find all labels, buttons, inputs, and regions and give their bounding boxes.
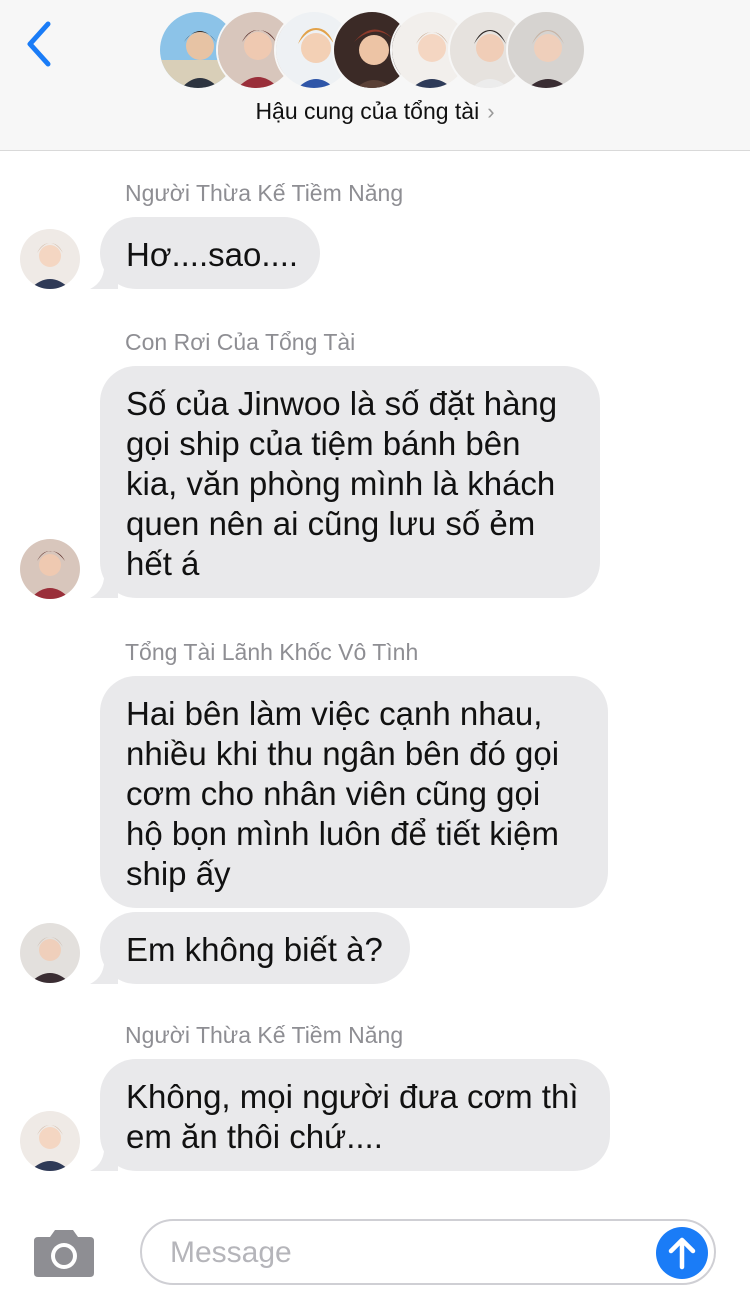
avatar[interactable] xyxy=(20,539,80,599)
conversation-header: Hậu cung của tổng tài › xyxy=(0,0,750,151)
message-bubble[interactable]: Hai bên làm việc cạnh nhau, nhiều khi th… xyxy=(100,676,608,908)
sender-name: Người Thừa Kế Tiềm Năng xyxy=(125,180,404,206)
camera-button[interactable] xyxy=(32,1227,96,1279)
message-text-line: em ăn thôi chứ.... xyxy=(126,1118,383,1155)
group-name: Hậu cung của tổng tài xyxy=(255,98,480,124)
avatar xyxy=(506,10,586,90)
avatar[interactable] xyxy=(20,229,80,289)
message-text-line: Không, mọi người đưa cơm thì xyxy=(126,1078,579,1115)
chevron-left-icon xyxy=(27,21,51,67)
avatar[interactable] xyxy=(20,923,80,983)
message-text-line: Số của Jinwoo là số đặt hàng xyxy=(126,385,558,422)
avatar[interactable] xyxy=(20,1111,80,1171)
back-button[interactable] xyxy=(18,18,62,70)
message-text-line: hết á xyxy=(126,545,200,582)
group-name-button[interactable]: Hậu cung của tổng tài › xyxy=(0,98,750,125)
sender-name: Con Rơi Của Tổng Tài xyxy=(125,329,356,355)
send-button[interactable] xyxy=(656,1227,708,1279)
message-text-line: ship ấy xyxy=(126,855,231,892)
message-bubble[interactable]: Số của Jinwoo là số đặt hàng gọi ship củ… xyxy=(90,366,600,598)
message-text-line: quen nên ai cũng lưu số ẻm xyxy=(126,505,536,542)
message-text-line: cơm cho nhân viên cũng gọi xyxy=(126,775,541,812)
message-text: Hơ....sao.... xyxy=(126,236,299,273)
message-text-line: gọi ship của tiệm bánh bên xyxy=(126,425,521,462)
sender-name: Người Thừa Kế Tiềm Năng xyxy=(125,1022,404,1048)
message-bubble[interactable]: Không, mọi người đưa cơm thì em ăn thôi … xyxy=(90,1059,610,1171)
composer-bar xyxy=(0,1205,750,1297)
chat-screen: Hậu cung của tổng tài › Người Thừa Kế Tiề… xyxy=(0,0,750,1297)
message-text-line: hộ bọn mình luôn để tiết kiệm xyxy=(126,815,559,852)
message-bubble[interactable]: Hơ....sao.... xyxy=(90,217,320,289)
message-bubble[interactable]: Em không biết à? xyxy=(90,912,410,984)
message-text-line: nhiều khi thu ngân bên đó gọi xyxy=(126,735,560,772)
message-input[interactable] xyxy=(168,1229,652,1277)
message-text-line: Hai bên làm việc cạnh nhau, xyxy=(126,695,543,732)
chevron-right-icon: › xyxy=(487,99,495,124)
arrow-up-icon xyxy=(668,1237,696,1270)
camera-icon xyxy=(34,1230,94,1277)
message-field[interactable] xyxy=(140,1219,716,1285)
group-avatars[interactable] xyxy=(158,10,598,90)
sender-name: Tổng Tài Lãnh Khốc Vô Tình xyxy=(125,639,419,665)
message-text-line: kia, văn phòng mình là khách xyxy=(126,465,556,502)
message-text: Em không biết à? xyxy=(126,931,383,968)
